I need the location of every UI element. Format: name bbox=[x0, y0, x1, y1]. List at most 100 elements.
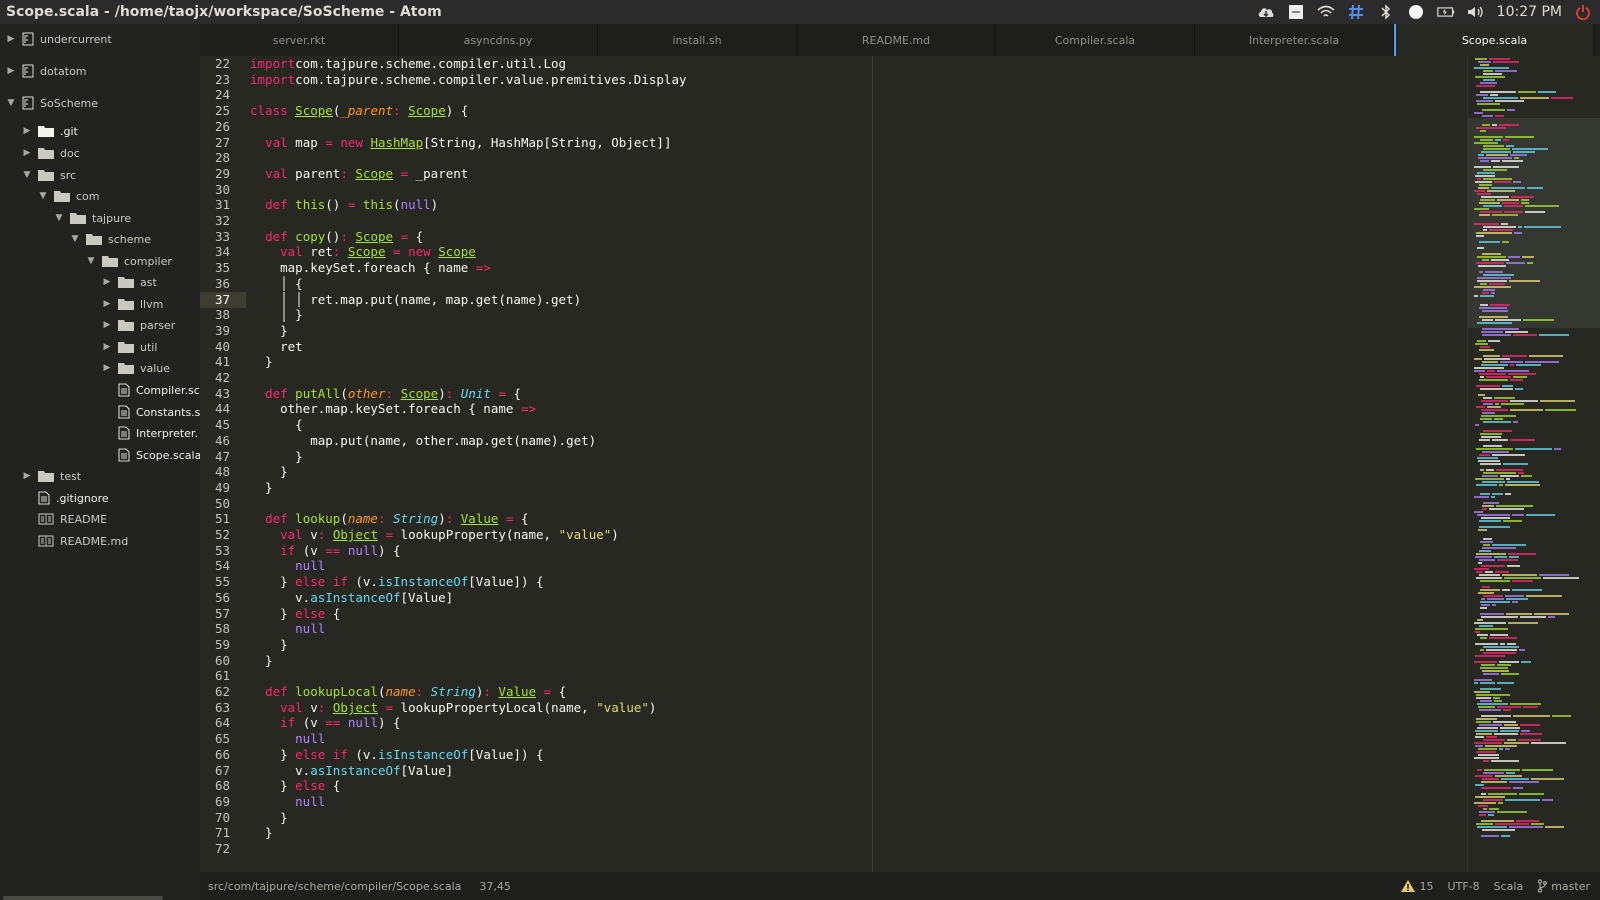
code-line[interactable]: } bbox=[250, 323, 288, 339]
tree-item[interactable]: ▼ src bbox=[22, 164, 77, 186]
code-line[interactable]: importcom.tajpure.scheme.compiler.util.L… bbox=[250, 56, 566, 72]
cloud-icon[interactable] bbox=[1257, 3, 1275, 21]
tree-item[interactable]: ▶Compiler.sc bbox=[102, 379, 200, 401]
tree-item[interactable]: ▶ util bbox=[102, 336, 158, 358]
code-line[interactable]: importcom.tajpure.scheme.compiler.value.… bbox=[250, 72, 687, 88]
status-file-path[interactable]: src/com/tajpure/scheme/compiler/Scope.sc… bbox=[208, 880, 461, 893]
code-line[interactable]: map.put(name, other.map.get(name).get) bbox=[250, 433, 596, 449]
code-line[interactable]: } else if (v.isInstanceOf[Value]) { bbox=[250, 747, 543, 763]
code-line[interactable]: val ret: Scope = new Scope bbox=[250, 244, 476, 260]
code-line[interactable]: class Scope(_parent: Scope) { bbox=[250, 103, 468, 119]
sidebar-horizontal-scrollbar[interactable] bbox=[3, 896, 163, 900]
tree-item[interactable]: ▶ .git bbox=[22, 120, 78, 142]
status-cursor-position[interactable]: 37,45 bbox=[479, 880, 511, 893]
code-line[interactable]: v.asInstanceOf[Value] bbox=[250, 590, 453, 606]
code-line[interactable]: null bbox=[250, 558, 325, 574]
tree-item[interactable]: ▼ tajpure bbox=[54, 207, 132, 229]
code-line[interactable]: null bbox=[250, 731, 325, 747]
tab-server-rkt[interactable]: server.rkt bbox=[200, 24, 399, 56]
code-line[interactable]: } else { bbox=[250, 778, 340, 794]
code-line[interactable]: if (v == null) { bbox=[250, 543, 400, 559]
chevron-right-icon[interactable]: ▶ bbox=[22, 148, 32, 158]
power-icon[interactable] bbox=[1574, 3, 1592, 21]
chevron-right-icon[interactable]: ▶ bbox=[22, 126, 32, 136]
code-line[interactable]: } bbox=[250, 354, 273, 370]
tree-item[interactable]: ▼ com bbox=[38, 185, 100, 207]
code-line[interactable]: def putAll(other: Scope): Unit = { bbox=[250, 386, 521, 402]
code-line[interactable]: } else { bbox=[250, 606, 340, 622]
code-line[interactable]: val v: Object = lookupProperty(name, "va… bbox=[250, 527, 619, 543]
tree-item[interactable]: ▶README.md bbox=[22, 530, 128, 552]
code-line[interactable]: │ } bbox=[250, 307, 303, 323]
tree-item[interactable]: ▶ llvm bbox=[102, 293, 164, 315]
tree-item[interactable]: ▶ test bbox=[22, 465, 82, 487]
chevron-right-icon[interactable]: ▶ bbox=[102, 299, 112, 309]
tree-item[interactable]: ▶ parser bbox=[102, 314, 176, 336]
tab-install-sh[interactable]: install.sh bbox=[598, 24, 797, 56]
tree-item[interactable]: ▼ SoScheme bbox=[6, 92, 98, 114]
chevron-right-icon[interactable]: ▶ bbox=[102, 363, 112, 373]
bluetooth-icon[interactable] bbox=[1377, 3, 1395, 21]
code-line[interactable]: ret bbox=[250, 339, 303, 355]
code-line[interactable]: } bbox=[250, 653, 273, 669]
tree-item[interactable]: ▶ value bbox=[102, 357, 171, 379]
code-line[interactable]: def this() = this(null) bbox=[250, 197, 438, 213]
chevron-down-icon[interactable]: ▼ bbox=[38, 191, 48, 201]
code-line[interactable]: other.map.keySet.foreach { name => bbox=[250, 401, 536, 417]
minimap[interactable] bbox=[1467, 56, 1600, 872]
chevron-down-icon[interactable]: ▼ bbox=[6, 98, 16, 108]
tree-item[interactable]: ▶ dotatom bbox=[6, 60, 87, 82]
chevron-down-icon[interactable]: ▼ bbox=[22, 170, 32, 180]
wifi-icon[interactable] bbox=[1317, 3, 1335, 21]
code-line[interactable]: def copy(): Scope = { bbox=[250, 229, 423, 245]
code-line[interactable]: v.asInstanceOf[Value] bbox=[250, 763, 453, 779]
tree-item[interactable]: ▶ undercurrent bbox=[6, 28, 112, 50]
tab-readme-md[interactable]: README.md bbox=[797, 24, 996, 56]
code-line[interactable]: } bbox=[250, 637, 288, 653]
code-line[interactable]: null bbox=[250, 621, 325, 637]
code-line[interactable]: if (v == null) { bbox=[250, 715, 400, 731]
status-grammar[interactable]: Scala bbox=[1494, 880, 1524, 893]
code-line[interactable]: null bbox=[250, 794, 325, 810]
chevron-down-icon[interactable]: ▼ bbox=[54, 213, 64, 223]
chevron-right-icon[interactable]: ▶ bbox=[102, 277, 112, 287]
code-editor[interactable]: 22 23 24 25 26 27 28 29 30 31 32 33 34 35 36 37 38 39 40 41… bbox=[200, 56, 1467, 872]
tree-item[interactable]: ▶.gitignore bbox=[22, 487, 109, 509]
tab-compiler-scala[interactable]: Compiler.scala bbox=[996, 24, 1195, 56]
volume-icon[interactable] bbox=[1467, 3, 1485, 21]
keyboard-indicator-icon[interactable] bbox=[1287, 3, 1305, 21]
code-line[interactable]: def lookupLocal(name: String): Value = { bbox=[250, 684, 566, 700]
tree-item[interactable]: ▼ compiler bbox=[86, 250, 172, 272]
tab-interpreter-scala[interactable]: Interpreter.scala bbox=[1195, 24, 1394, 56]
tab-scope-scala[interactable]: Scope.scala bbox=[1394, 24, 1594, 56]
chevron-down-icon[interactable]: ▼ bbox=[86, 256, 96, 266]
code-line[interactable]: val parent: Scope = _parent bbox=[250, 166, 468, 182]
tree-item[interactable]: ▼ scheme bbox=[70, 228, 151, 250]
tree-item[interactable]: ▶Scope.scala bbox=[102, 444, 200, 466]
code-line[interactable]: } bbox=[250, 449, 303, 465]
code-line[interactable]: │ { bbox=[250, 276, 303, 292]
status-encoding[interactable]: UTF-8 bbox=[1448, 880, 1480, 893]
code-line[interactable]: def lookup(name: String): Value = { bbox=[250, 511, 528, 527]
tree-item[interactable]: ▶README bbox=[22, 508, 107, 530]
code-line[interactable]: val v: Object = lookupPropertyLocal(name… bbox=[250, 700, 656, 716]
code-line[interactable]: │ │ ret.map.put(name, map.get(name).get) bbox=[250, 292, 581, 308]
code-line[interactable]: { bbox=[250, 417, 303, 433]
chat-icon[interactable] bbox=[1407, 3, 1425, 21]
code-line[interactable]: } bbox=[250, 464, 288, 480]
chevron-right-icon[interactable]: ▶ bbox=[6, 66, 16, 76]
tree-item[interactable]: ▶ doc bbox=[22, 142, 80, 164]
code-line[interactable]: } bbox=[250, 810, 288, 826]
chevron-down-icon[interactable]: ▼ bbox=[70, 234, 80, 244]
tree-item[interactable]: ▶Constants.s bbox=[102, 401, 200, 423]
chevron-right-icon[interactable]: ▶ bbox=[102, 320, 112, 330]
code-line[interactable]: } bbox=[250, 480, 273, 496]
clock[interactable]: 10:27 PM bbox=[1497, 4, 1562, 20]
battery-icon[interactable] bbox=[1436, 3, 1455, 21]
tree-item[interactable]: ▶Interpreter. bbox=[102, 422, 198, 444]
chevron-right-icon[interactable]: ▶ bbox=[22, 471, 32, 481]
chevron-right-icon[interactable]: ▶ bbox=[102, 342, 112, 352]
tree-item[interactable]: ▶ ast bbox=[102, 271, 157, 293]
code-line[interactable]: } else if (v.isInstanceOf[Value]) { bbox=[250, 574, 543, 590]
code-line[interactable]: map.keySet.foreach { name => bbox=[250, 260, 491, 276]
